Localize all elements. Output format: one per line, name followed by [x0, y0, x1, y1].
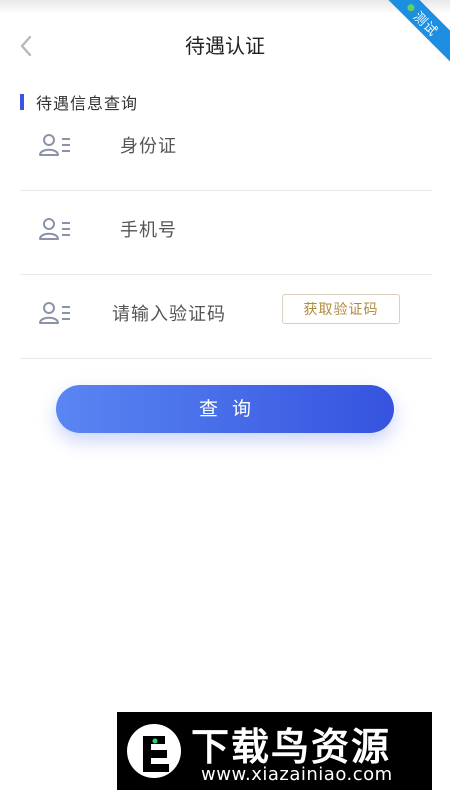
ribbon-band: 测试: [380, 0, 450, 66]
id-card-row: [20, 106, 432, 191]
watermark-title: 下载鸟资源: [191, 725, 392, 769]
code-row: 获取验证码: [20, 274, 432, 359]
ribbon-label: 测试: [410, 9, 441, 40]
watermark-banner: 下载鸟资源 www.xiazainiao.com: [117, 712, 432, 790]
phone-row: [20, 190, 432, 275]
get-code-button[interactable]: 获取验证码: [282, 294, 400, 324]
query-button[interactable]: 查询: [56, 385, 394, 433]
leaf-icon: [406, 2, 417, 13]
user-list-icon: [39, 302, 70, 324]
user-list-icon: [39, 218, 70, 240]
watermark-url: www.xiazainiao.com: [201, 764, 393, 785]
verification-code-input[interactable]: [102, 296, 282, 332]
id-card-input[interactable]: [110, 128, 320, 164]
bird-logo-icon: [127, 724, 181, 778]
phone-input[interactable]: [110, 212, 320, 248]
user-list-icon: [39, 134, 70, 156]
test-ribbon: 测试: [380, 0, 450, 70]
